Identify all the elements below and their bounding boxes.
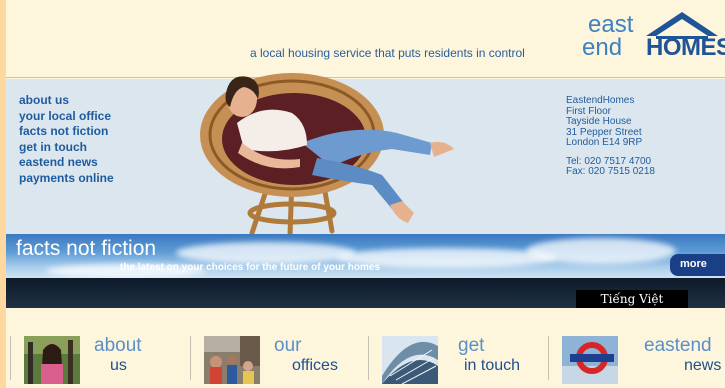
glass-roof-photo [382,336,438,384]
nav-link-payments-online[interactable]: payments online [19,171,114,187]
address-line: EastendHomes [566,95,635,106]
tile-label-line2: news [684,357,722,374]
page-frame: a local housing service that puts reside… [6,0,725,388]
tile-label-line2: us [110,357,127,374]
nav-link-eastend-news[interactable]: eastend news [19,155,114,171]
quick-links: about us our offices get in touch easten… [6,308,725,388]
tile-label-line1: eastend [644,335,712,356]
more-button[interactable]: more [670,254,725,276]
nav-link-facts-not-fiction[interactable]: facts not fiction [19,124,114,140]
nav-link-local-office[interactable]: your local office [19,109,114,125]
tile-our-offices[interactable]: our offices [190,336,368,388]
tile-get-in-touch[interactable]: get in touch [368,336,548,388]
address-line: Tayside House [566,116,632,127]
logo-text-homes: HOMES [646,34,725,61]
main-nav: about us your local office facts not fic… [19,93,114,186]
tile-eastend-news[interactable]: eastend news [548,336,725,388]
banner-subtitle: the latest on your choices for the futur… [120,262,381,273]
playground-photo [24,336,80,384]
resident-in-chair-photo [200,73,454,238]
tile-divider [190,336,191,380]
tile-divider [10,336,11,380]
logo-text-east: east [588,11,634,38]
tile-divider [548,336,549,380]
main-band: about us your local office facts not fic… [6,73,725,238]
tile-label-line2: offices [292,357,338,374]
tile-label-line1: get [458,335,485,356]
eastendhomes-logo[interactable]: east end HOMES [582,8,725,64]
nav-link-about-us[interactable]: about us [19,93,114,109]
tile-label-line2: in touch [464,357,521,374]
tile-label-line1: about [94,335,142,356]
fax-number: Fax: 020 7515 0218 [566,166,655,177]
language-strip: Tiếng Việt [6,278,725,308]
sky-cloud [526,238,676,264]
tile-divider [368,336,369,380]
facts-banner[interactable]: facts not fiction the latest on your cho… [6,234,725,278]
tile-about-us[interactable]: about us [10,336,190,388]
site-tagline: a local housing service that puts reside… [250,46,525,60]
contact-address: EastendHomes First Floor Tayside House 3… [566,95,655,178]
street-market-photo [204,336,260,384]
tile-label-line1: our [274,335,302,356]
address-line: London E14 9RP [566,137,643,148]
underground-sign-photo [562,336,618,384]
banner-title: facts not fiction [16,237,157,260]
logo-text-end: end [582,34,623,61]
vietnamese-language-button[interactable]: Tiếng Việt [576,290,688,308]
sky-cloud [176,242,356,264]
nav-link-get-in-touch[interactable]: get in touch [19,140,114,156]
